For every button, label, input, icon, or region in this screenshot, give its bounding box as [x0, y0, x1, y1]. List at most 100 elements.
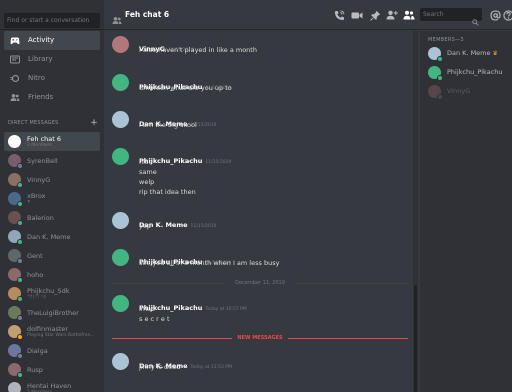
dm-item[interactable]: hoho	[4, 265, 100, 284]
dm-item-subtext: ⯆	[27, 199, 31, 205]
message-list: VinnyG 11/15/2019 I also haven't played in…	[104, 31, 420, 392]
add-member-icon[interactable]	[386, 9, 398, 21]
dm-item-text: Dialga	[27, 347, 48, 355]
avatar	[8, 363, 23, 378]
member-item[interactable]: VinnyG	[428, 83, 512, 100]
dm-item-name: xBrox	[27, 191, 46, 200]
dm-item[interactable]: Dialga	[4, 341, 100, 360]
dm-item-name: Hentai Haven	[27, 381, 72, 390]
new-messages-divider: NEW MESSAGES	[112, 335, 408, 341]
dm-item[interactable]: xBrox ⯆	[4, 189, 100, 208]
dm-item-text: VinnyG	[27, 176, 50, 184]
dm-item[interactable]: TheLuigiBrother	[4, 303, 100, 322]
date-divider: December 11, 2019	[112, 280, 408, 286]
dm-item-name: SyrenBell	[27, 156, 58, 165]
dm-item-text: Dan K. Meme	[27, 233, 71, 241]
avatar[interactable]	[112, 111, 129, 128]
avatar[interactable]	[112, 353, 129, 370]
status-indicator	[17, 182, 23, 188]
status-indicator	[437, 93, 443, 100]
nav-item-activity[interactable]: Activity	[4, 31, 100, 50]
dm-item[interactable]: Hentai Haven 2 Members	[4, 379, 100, 392]
pin-icon[interactable]	[369, 9, 381, 21]
member-item[interactable]: Phijkchu_Pikachu	[428, 64, 512, 81]
nav-item-label: Nitro	[28, 74, 45, 82]
message-text: i am the big skool	[139, 121, 197, 129]
nav-item-friends[interactable]: Friends	[4, 88, 100, 107]
dm-item-name: Feh chat 6	[27, 134, 61, 143]
create-dm-plus-icon[interactable]: +	[90, 118, 98, 128]
avatar	[8, 344, 23, 359]
avatar	[8, 173, 23, 188]
avatar[interactable]	[112, 148, 129, 165]
mention-icon[interactable]	[489, 9, 501, 21]
status-indicator	[17, 258, 23, 264]
member-name: Dan K. Meme	[447, 49, 491, 57]
avatar[interactable]	[112, 212, 129, 229]
member-item[interactable]: Dan K. Meme ♛	[428, 45, 512, 62]
message-text: s e c r e t	[139, 315, 170, 323]
dm-item-name: dolfinmaster	[27, 324, 69, 333]
avatar	[8, 230, 23, 245]
dm-item[interactable]: Gent	[4, 246, 100, 265]
dm-item[interactable]: dolfinmaster Playing Star Wars Battlefron…	[4, 322, 100, 341]
dm-item[interactable]: Phijkchu_Sdk ᛘᛗᛒᛉᛚᛜᛞ	[4, 284, 100, 303]
dm-item[interactable]: Rusp	[4, 360, 100, 379]
message-body: jinny is dead	[139, 362, 180, 372]
dm-sidebar: Activity Library Nitro Friends DIRECT ME…	[0, 0, 104, 392]
help-icon[interactable]	[502, 9, 512, 21]
message-scrollbar-thumb[interactable]	[414, 285, 417, 392]
dm-item[interactable]: SyrenBell	[4, 151, 100, 170]
status-indicator	[17, 163, 23, 169]
message-timestamp: Today at 10:57 PM	[205, 307, 247, 312]
status-indicator	[17, 334, 23, 340]
message-text: I also haven't played in like a month	[139, 46, 257, 54]
nitro-icon	[10, 74, 20, 83]
status-indicator	[17, 296, 23, 302]
status-indicator	[17, 201, 23, 207]
channel-header: Feh chat 6	[104, 0, 512, 30]
message-body: nice same welp rip that idea then	[139, 157, 196, 197]
phone-call-icon[interactable]	[333, 9, 345, 21]
owner-crown-icon: ♛	[492, 49, 498, 57]
dm-item-text: hoho	[27, 271, 43, 279]
avatar[interactable]	[112, 74, 129, 91]
nav-item-nitro[interactable]: Nitro	[4, 69, 100, 88]
date-divider-label-wrap: December 11, 2019	[112, 279, 408, 287]
avatar	[428, 46, 443, 62]
status-indicator	[17, 315, 23, 321]
dm-item[interactable]: Feh chat 63 Members	[4, 132, 100, 151]
members-list-icon[interactable]	[403, 9, 415, 21]
gamepad-icon	[10, 36, 20, 45]
avatar[interactable]	[112, 249, 129, 266]
avatar	[8, 287, 23, 302]
status-indicator	[437, 74, 443, 81]
message-body: I also haven't played in like a month	[139, 45, 257, 55]
avatar	[8, 154, 23, 169]
message-text: jinny is dead	[139, 363, 181, 371]
dm-item[interactable]: Balerion	[4, 208, 100, 227]
dm-item[interactable]: Dan K. Meme	[4, 227, 100, 246]
nav-item-label: Activity	[28, 36, 55, 44]
avatar[interactable]	[112, 295, 129, 312]
avatar	[428, 84, 443, 100]
member-name: VinnyG	[447, 87, 471, 95]
dm-item-name: Dan K. Meme	[27, 232, 71, 241]
message-text: yep	[139, 222, 151, 230]
dm-item-text: Hentai Haven 2 Members	[27, 382, 71, 392]
message-timestamp: 11/15/2019	[205, 160, 232, 165]
avatar	[428, 65, 443, 81]
dm-item-subtext: ᛘᛗᛒᛉᛚᛜᛞ	[27, 294, 46, 300]
status-indicator	[17, 239, 23, 245]
find-conversation-input[interactable]	[4, 13, 100, 28]
message-body: see you all in a month when I am less bu…	[139, 258, 279, 268]
nav-item-library[interactable]: Library	[4, 50, 100, 69]
friends-icon	[10, 93, 20, 102]
video-call-icon[interactable]	[351, 9, 363, 21]
message-text: rip that idea then	[139, 188, 196, 196]
date-divider-label: December 11, 2019	[235, 280, 285, 286]
message-body: umbreon what are you up to	[139, 83, 232, 93]
avatar[interactable]	[112, 36, 129, 53]
dm-item[interactable]: VinnyG	[4, 170, 100, 189]
dm-item-text: TheLuigiBrother	[27, 309, 79, 317]
